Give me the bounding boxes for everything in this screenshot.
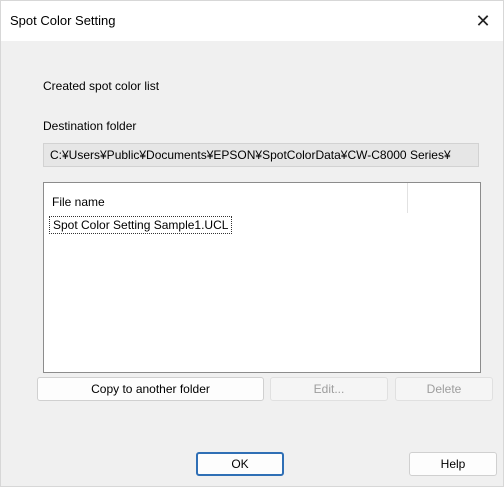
edit-button[interactable]: Edit... (270, 377, 388, 401)
copy-to-another-folder-button[interactable]: Copy to another folder (37, 377, 264, 401)
help-button[interactable]: Help (409, 452, 497, 476)
close-icon[interactable]: ✕ (463, 1, 503, 41)
window-title: Spot Color Setting (10, 13, 116, 28)
spot-color-setting-dialog: Spot Color Setting ✕ Created spot color … (0, 0, 504, 487)
file-list-header[interactable]: File name (44, 183, 480, 215)
destination-folder-label: Destination folder (43, 119, 137, 133)
list-item[interactable]: Spot Color Setting Sample1.UCL (49, 216, 233, 234)
column-header-file-name[interactable]: File name (52, 195, 105, 209)
column-separator[interactable] (407, 183, 408, 213)
created-list-label: Created spot color list (43, 79, 160, 93)
destination-path-field: C:¥Users¥Public¥Documents¥EPSON¥SpotColo… (43, 143, 479, 167)
title-bar: Spot Color Setting ✕ (1, 1, 503, 41)
delete-button[interactable]: Delete (395, 377, 493, 401)
file-list[interactable]: File name Spot Color Setting Sample1.UCL (43, 182, 481, 373)
ok-button[interactable]: OK (196, 452, 284, 476)
